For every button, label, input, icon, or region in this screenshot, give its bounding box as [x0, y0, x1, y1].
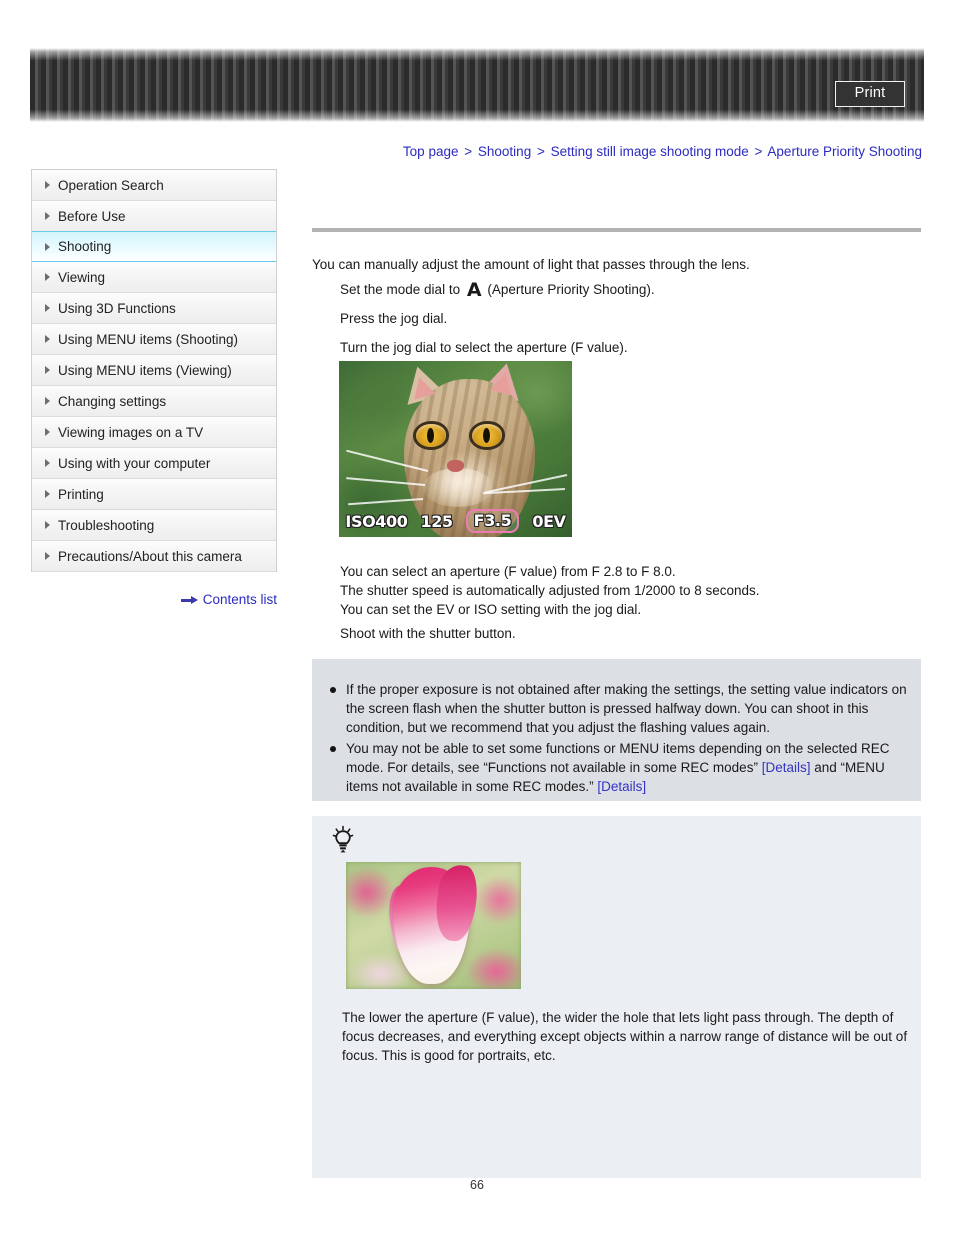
tip-description: The lower the aperture (F value), the wi… [342, 1010, 908, 1064]
osd-iso-value: ISO400 [345, 511, 408, 531]
sidebar-item-label: Using MENU items (Shooting) [58, 331, 239, 347]
sidebar-item-label: Changing settings [58, 393, 167, 409]
aperture-details-text: You can select an aperture (F value) fro… [340, 562, 920, 619]
sidebar-item-label: Using with your computer [58, 455, 211, 471]
note-box: If the proper exposure is not obtained a… [312, 659, 921, 801]
breadcrumb-separator: > [754, 144, 763, 159]
details-link-menu-items[interactable]: [Details] [597, 779, 646, 794]
section-divider [312, 228, 921, 232]
cat-muzzle [422, 468, 493, 508]
breadcrumb-item-aperture-priority-shooting[interactable]: Aperture Priority Shooting [767, 144, 922, 159]
chevron-right-icon [45, 273, 50, 281]
osd-aperture-value: F3.5 [465, 509, 520, 533]
sidebar-item-label: Using 3D Functions [58, 300, 176, 316]
cat-eye-left [415, 424, 446, 448]
sidebar-item-label: Before Use [58, 208, 126, 224]
camera-screen-photo-cat: ISO400 125 F3.5 0EV [339, 361, 572, 537]
chevron-right-icon [45, 521, 50, 529]
tip-box: The lower the aperture (F value), the wi… [312, 816, 921, 1178]
sidebar-item-using-3d-functions[interactable]: Using 3D Functions [32, 293, 276, 324]
osd-ev-value: 0EV [532, 511, 566, 531]
note-text: If the proper exposure is not obtained a… [346, 682, 907, 736]
sidebar-item-using-menu-items-viewing[interactable]: Using MENU items (Viewing) [32, 355, 276, 386]
step-set-mode-dial: Set the mode dial to A (Aperture Priorit… [340, 279, 920, 301]
intro-paragraph: You can manually adjust the amount of li… [312, 257, 750, 272]
chevron-right-icon [45, 212, 50, 220]
sidebar-item-before-use[interactable]: Before Use [32, 201, 276, 232]
chevron-right-icon [45, 181, 50, 189]
shutter-speed-line: The shutter speed is automatically adjus… [340, 583, 760, 598]
sidebar-item-label: Shooting [58, 239, 112, 254]
sidebar-item-viewing-images-on-a-tv[interactable]: Viewing images on a TV [32, 417, 276, 448]
chevron-right-icon [45, 490, 50, 498]
cat-pupil-right [483, 428, 491, 444]
sidebar-item-label: Precautions/About this camera [58, 548, 242, 564]
aperture-range-line: You can select an aperture (F value) fro… [340, 564, 676, 579]
sidebar-item-changing-settings[interactable]: Changing settings [32, 386, 276, 417]
lightbulb-icon [332, 825, 354, 853]
sidebar-item-using-menu-items-shooting[interactable]: Using MENU items (Shooting) [32, 324, 276, 355]
step-shoot-with-shutter-button: Shoot with the shutter button. [340, 626, 516, 641]
chevron-right-icon [45, 304, 50, 312]
contents-list-label: Contents list [202, 592, 277, 607]
note-bullet-exposure: If the proper exposure is not obtained a… [330, 680, 907, 738]
step-text-pre: Set the mode dial to [340, 282, 461, 297]
mode-dial-a-icon: A [466, 279, 482, 301]
sidebar-item-label: Viewing images on a TV [58, 424, 204, 440]
sidebar-item-label: Viewing [58, 269, 106, 285]
steps-list: Set the mode dial to A (Aperture Priorit… [340, 280, 920, 367]
sidebar-item-viewing[interactable]: Viewing [32, 262, 276, 293]
ev-iso-line: You can set the EV or ISO setting with t… [340, 602, 642, 617]
details-link-functions[interactable]: [Details] [762, 760, 811, 775]
chevron-right-icon [45, 397, 50, 405]
print-button[interactable]: Print [835, 81, 905, 107]
sidebar-item-troubleshooting[interactable]: Troubleshooting [32, 510, 276, 541]
chevron-right-icon [45, 552, 50, 560]
sidebar-item-label: Using MENU items (Viewing) [58, 362, 232, 378]
camera-osd-bar: ISO400 125 F3.5 0EV [339, 509, 572, 533]
page-number: 66 [470, 1178, 484, 1192]
sidebar-item-label: Printing [58, 486, 104, 502]
chevron-right-icon [45, 428, 50, 436]
contents-list-link[interactable]: Contents list [31, 592, 277, 607]
breadcrumb-item-setting-still-image-shooting-mode[interactable]: Setting still image shooting mode [551, 144, 749, 159]
sidebar-item-using-with-your-computer[interactable]: Using with your computer [32, 448, 276, 479]
sidebar-item-operation-search[interactable]: Operation Search [32, 170, 276, 201]
step-text-post: (Aperture Priority Shooting). [487, 282, 655, 297]
arrow-right-icon [180, 595, 198, 604]
osd-shutter-speed-value: 125 [420, 511, 453, 531]
step-press-jog-dial: Press the jog dial. [340, 311, 448, 326]
cat-eye-right [471, 424, 502, 448]
header-banner: Print [30, 48, 924, 122]
cat-nose [447, 459, 465, 472]
breadcrumb-separator: > [464, 144, 473, 159]
sidebar-item-label: Troubleshooting [58, 517, 155, 533]
breadcrumb-item-top-page[interactable]: Top page [403, 144, 459, 159]
breadcrumb-separator: > [536, 144, 545, 159]
chevron-right-icon [45, 366, 50, 374]
note-bullet-rec-modes: You may not be able to set some function… [330, 739, 907, 797]
sidebar-item-precautions-about-this-camera[interactable]: Precautions/About this camera [32, 541, 276, 572]
note-bullet-list: If the proper exposure is not obtained a… [312, 659, 921, 796]
sidebar-item-shooting[interactable]: Shooting [32, 231, 276, 262]
chevron-right-icon [45, 459, 50, 467]
breadcrumb-item-shooting[interactable]: Shooting [478, 144, 531, 159]
sidebar-nav: Operation Search Before Use Shooting Vie… [31, 169, 277, 572]
sidebar-item-label: Operation Search [58, 177, 164, 193]
step-turn-jog-dial: Turn the jog dial to select the aperture… [340, 340, 628, 355]
tip-photo-tulip [346, 862, 521, 989]
sidebar-item-printing[interactable]: Printing [32, 479, 276, 510]
chevron-right-icon [45, 335, 50, 343]
breadcrumb: Top page > Shooting > Setting still imag… [312, 143, 922, 161]
chevron-right-icon [45, 242, 50, 251]
cat-pupil-left [427, 428, 435, 444]
